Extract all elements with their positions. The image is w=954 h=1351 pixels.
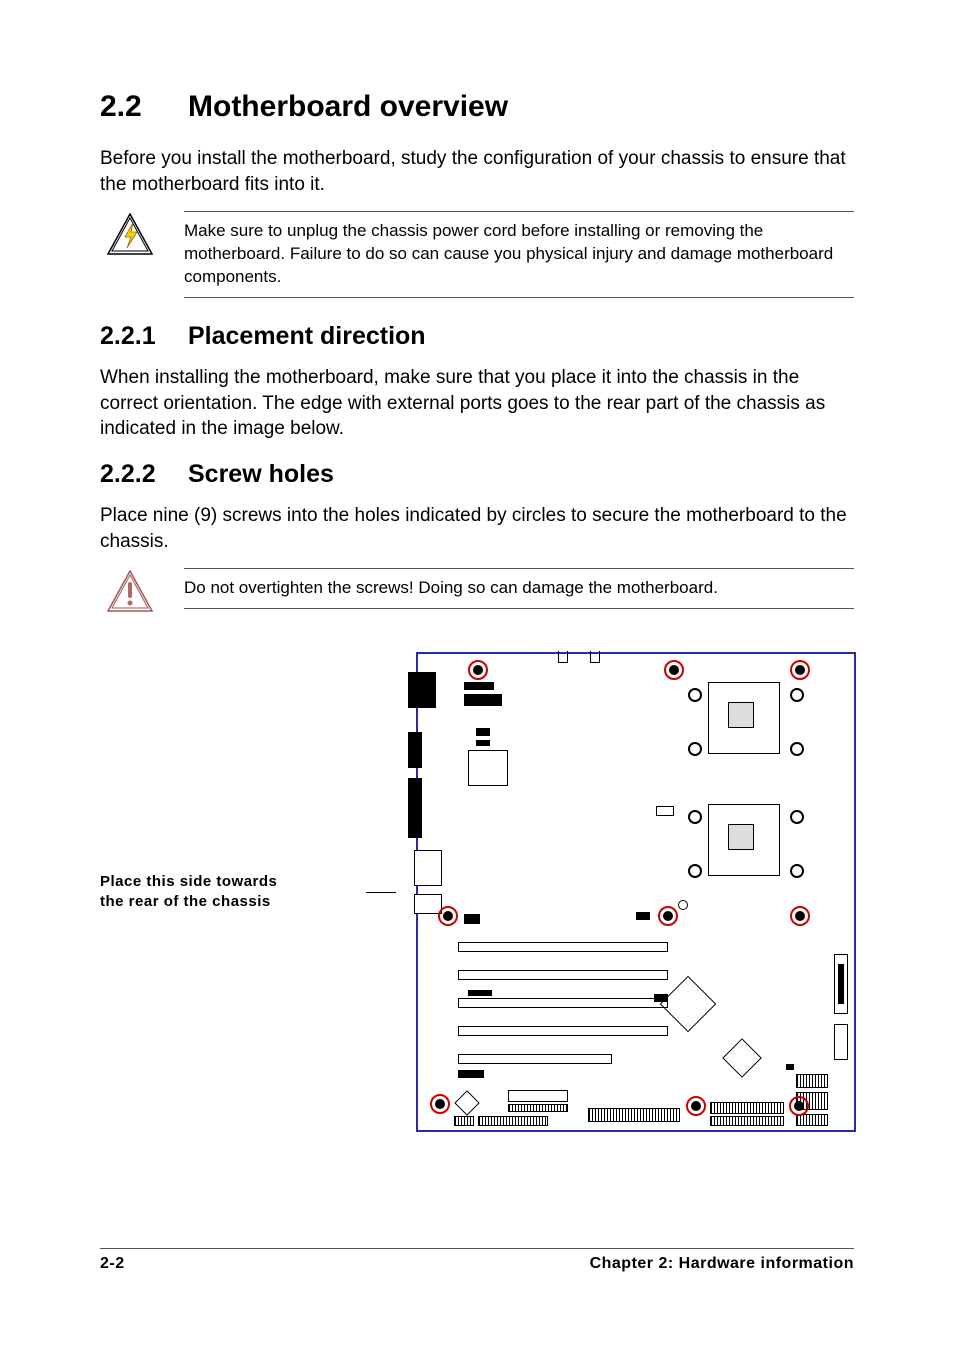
- screw-hole: [658, 906, 678, 926]
- screw-hole: [686, 1096, 706, 1116]
- section-heading: 2.2Motherboard overview: [100, 90, 854, 124]
- screw-hole: [438, 906, 458, 926]
- footer-chapter: Chapter 2: Hardware information: [590, 1255, 854, 1273]
- lightning-icon: [100, 211, 160, 255]
- exclamation-icon: [100, 568, 160, 612]
- caution-text: Do not overtighten the screws! Doing so …: [184, 568, 854, 609]
- subsection-2-title: Screw holes: [188, 460, 334, 488]
- motherboard-diagram: [416, 652, 856, 1132]
- screw-hole: [789, 1096, 809, 1116]
- danger-text: Make sure to unplug the chassis power co…: [184, 211, 854, 298]
- page-footer: 2-2 Chapter 2: Hardware information: [100, 1248, 854, 1273]
- screw-paragraph: Place nine (9) screws into the holes ind…: [100, 503, 854, 554]
- subsection-heading-1: 2.2.1Placement direction: [100, 322, 854, 351]
- subsection-1-title: Placement direction: [188, 322, 426, 350]
- rear-label-line1: Place this side towards: [100, 873, 277, 890]
- danger-callout: Make sure to unplug the chassis power co…: [100, 211, 854, 298]
- intro-paragraph: Before you install the motherboard, stud…: [100, 146, 854, 197]
- subsection-1-number: 2.2.1: [100, 322, 188, 351]
- caution-callout: Do not overtighten the screws! Doing so …: [100, 568, 854, 612]
- placement-paragraph: When installing the motherboard, make su…: [100, 365, 854, 442]
- motherboard-diagram-row: Place this side towards the rear of the …: [100, 652, 854, 1132]
- subsection-heading-2: 2.2.2Screw holes: [100, 460, 854, 489]
- leader-line: [366, 892, 396, 893]
- screw-hole: [790, 906, 810, 926]
- screw-hole: [790, 660, 810, 680]
- screw-hole: [468, 660, 488, 680]
- subsection-2-number: 2.2.2: [100, 460, 188, 489]
- screw-hole: [664, 660, 684, 680]
- footer-page-number: 2-2: [100, 1255, 125, 1273]
- heading-title: Motherboard overview: [188, 90, 508, 123]
- rear-side-label: Place this side towards the rear of the …: [100, 872, 346, 913]
- rear-label-line2: the rear of the chassis: [100, 893, 271, 910]
- heading-number: 2.2: [100, 90, 188, 124]
- screw-hole: [430, 1094, 450, 1114]
